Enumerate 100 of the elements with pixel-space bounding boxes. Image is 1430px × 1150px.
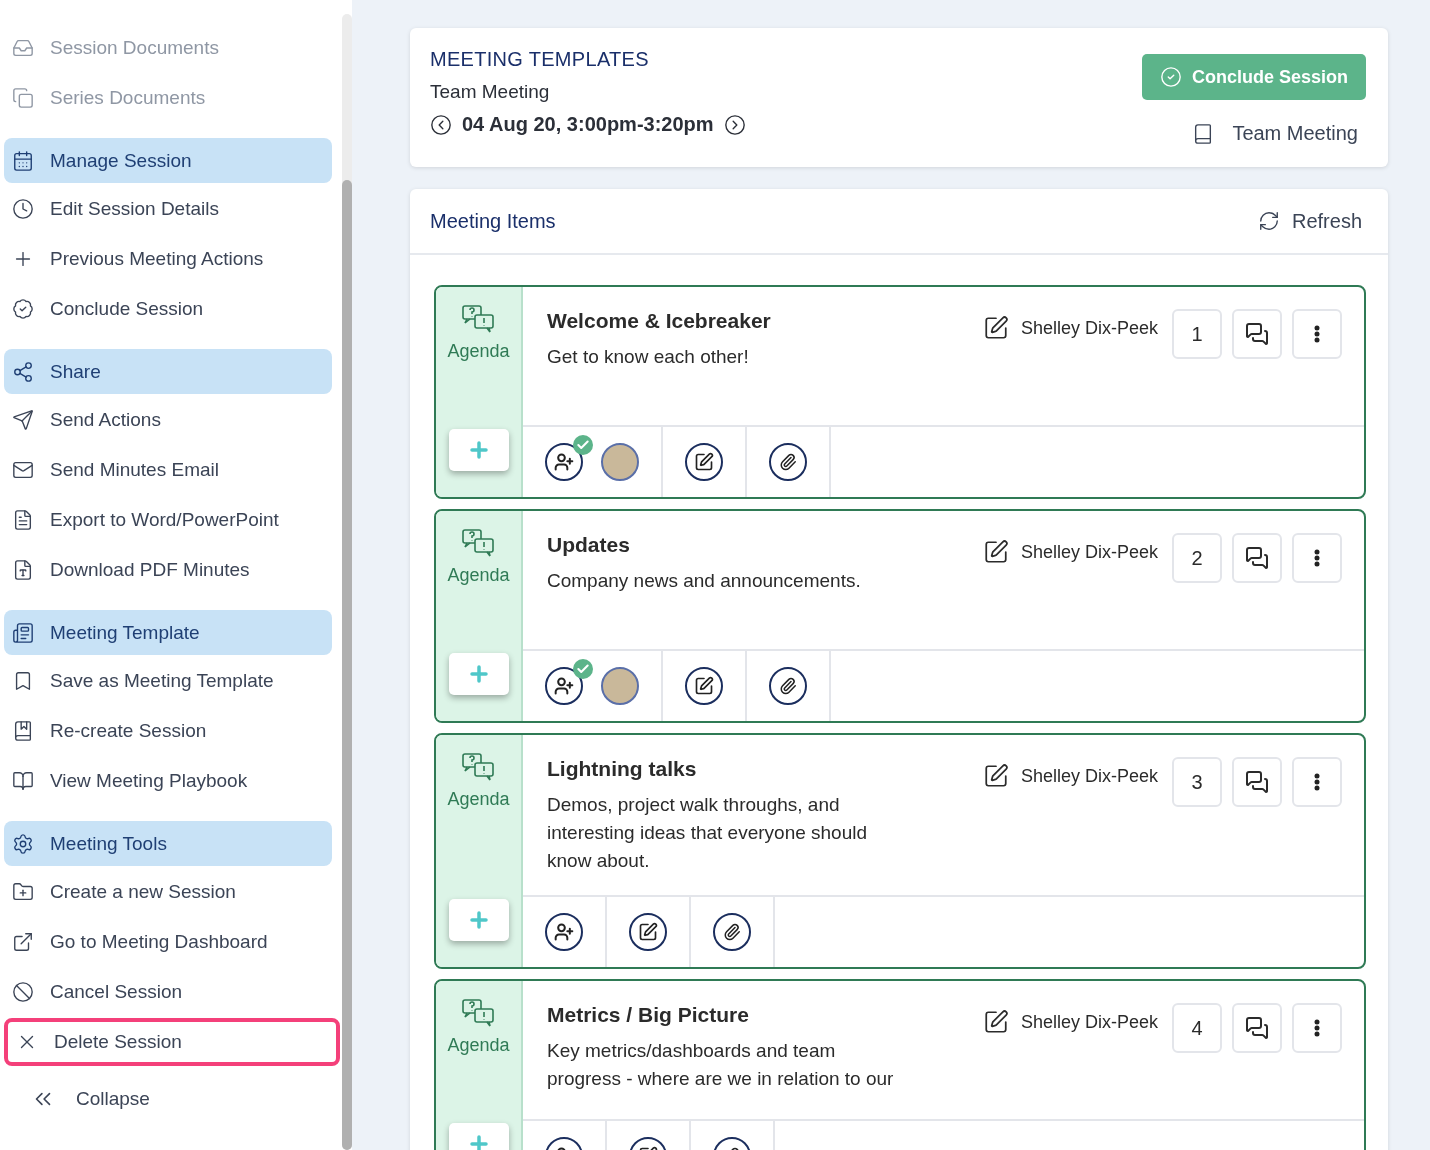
check-circle-icon	[1159, 66, 1182, 88]
attachment-button[interactable]	[769, 443, 807, 481]
add-attendee-button[interactable]	[545, 443, 583, 481]
item-description: Company news and announcements.	[547, 569, 862, 593]
item-title: Metrics / Big Picture	[547, 1003, 750, 1027]
comments-button[interactable]	[1232, 757, 1282, 807]
menu-item[interactable]: Delete Session	[4, 1018, 340, 1066]
item-title: Updates	[547, 533, 631, 557]
inbox-icon	[12, 37, 34, 59]
owner-name: Shelley Dix-Peek	[1020, 1011, 1158, 1033]
comments-icon	[1245, 546, 1269, 570]
notes-button[interactable]	[685, 443, 723, 481]
section-heading: MEETING TEMPLATES	[430, 48, 649, 71]
section-header[interactable]: Share	[4, 349, 332, 394]
chat-bubbles-icon	[461, 305, 496, 335]
item-title: Lightning talks	[547, 757, 698, 781]
more-icon	[1314, 773, 1320, 791]
add-attendee-button[interactable]	[545, 667, 583, 705]
collapse-button[interactable]: Collapse	[30, 1086, 332, 1112]
avatar	[601, 443, 639, 481]
bookmark-icon	[12, 720, 34, 742]
notes-button[interactable]	[685, 667, 723, 705]
panel-title: Meeting Items	[430, 209, 556, 233]
newspaper-icon	[12, 621, 34, 644]
item-type-label: Agenda	[447, 1035, 510, 1056]
more-options-button[interactable]	[1292, 757, 1342, 807]
more-options-button[interactable]	[1292, 309, 1342, 359]
more-options-button[interactable]	[1292, 533, 1342, 583]
edit-icon	[982, 539, 1009, 565]
clock-icon	[12, 198, 34, 220]
edit-icon	[982, 315, 1009, 341]
user-plus-icon	[554, 676, 574, 696]
document-icon	[12, 509, 34, 531]
section-header[interactable]: Manage Session	[4, 138, 332, 183]
copy-icon	[12, 87, 34, 109]
confirmed-badge	[573, 435, 593, 455]
paperclip-icon	[723, 923, 741, 941]
item-description: Demos, project walk throughs, and interesting ideas that everyone should know about.	[547, 793, 869, 873]
session-date: 04 Aug 20, 3:00pm-3:20pm	[462, 113, 714, 136]
edit-icon	[982, 763, 1009, 789]
item-number-button[interactable]: 4	[1172, 1003, 1222, 1053]
comments-icon	[1245, 322, 1269, 346]
item-number-button[interactable]: 3	[1172, 757, 1222, 807]
paperclip-icon	[779, 677, 797, 695]
item-type-label: Agenda	[447, 565, 510, 586]
edit-icon	[694, 452, 714, 472]
more-icon	[1314, 1019, 1320, 1037]
notes-button[interactable]	[629, 913, 667, 951]
scrollbar-thumb[interactable]	[342, 180, 352, 1150]
comments-icon	[1245, 770, 1269, 794]
owner-name: Shelley Dix-Peek	[1020, 765, 1158, 787]
owner-name: Shelley Dix-Peek	[1020, 541, 1158, 563]
edit-icon	[638, 922, 658, 942]
user-plus-icon	[554, 922, 574, 942]
refresh-icon	[1257, 210, 1280, 232]
item-type-label: Agenda	[447, 789, 510, 810]
owner-name: Shelley Dix-Peek	[1020, 317, 1158, 339]
item-number-button[interactable]: 2	[1172, 533, 1222, 583]
confirmed-badge	[573, 659, 593, 679]
user-plus-icon	[554, 452, 574, 472]
attachment-button[interactable]	[769, 667, 807, 705]
comments-icon	[1245, 1016, 1269, 1040]
check-badge-icon	[12, 298, 34, 320]
more-icon	[1314, 325, 1320, 343]
comments-button[interactable]	[1232, 309, 1282, 359]
item-type-label: Agenda	[447, 341, 510, 362]
ban-icon	[12, 981, 34, 1003]
document-icon	[12, 559, 34, 581]
section-header[interactable]: Meeting Template	[4, 610, 332, 655]
chat-bubbles-icon	[461, 529, 496, 559]
next-icon[interactable]	[723, 113, 746, 136]
avatar	[601, 667, 639, 705]
comments-button[interactable]	[1232, 533, 1282, 583]
template-link[interactable]: Team Meeting	[1192, 122, 1358, 145]
send-icon	[12, 409, 34, 431]
add-attendee-button[interactable]	[545, 913, 583, 951]
chat-bubbles-icon	[461, 999, 496, 1029]
section-header[interactable]: Meeting Tools	[4, 821, 332, 866]
settings-icon	[12, 832, 34, 855]
previous-icon[interactable]	[430, 113, 452, 136]
folder-plus-icon	[12, 881, 34, 903]
mail-icon	[12, 459, 34, 481]
meeting-name: Team Meeting	[430, 81, 550, 103]
share-icon	[12, 360, 34, 383]
chat-bubbles-icon	[461, 753, 496, 783]
calendar-icon	[12, 149, 34, 172]
item-title: Welcome & Icebreaker	[547, 309, 772, 333]
item-number-button[interactable]: 1	[1172, 309, 1222, 359]
paperclip-icon	[779, 453, 797, 471]
book-icon	[12, 770, 34, 792]
item-description: Get to know each other!	[547, 345, 750, 369]
refresh-button[interactable]: Refresh	[1251, 208, 1368, 234]
more-icon	[1314, 549, 1320, 567]
external-link-icon	[12, 931, 34, 953]
comments-button[interactable]	[1232, 1003, 1282, 1053]
item-description: Key metrics/dashboards and team progress - where are we in relation to our	[547, 1039, 895, 1091]
edit-icon	[982, 1009, 1009, 1035]
more-options-button[interactable]	[1292, 1003, 1342, 1053]
attachment-button[interactable]	[713, 913, 751, 951]
edit-icon	[694, 676, 714, 696]
